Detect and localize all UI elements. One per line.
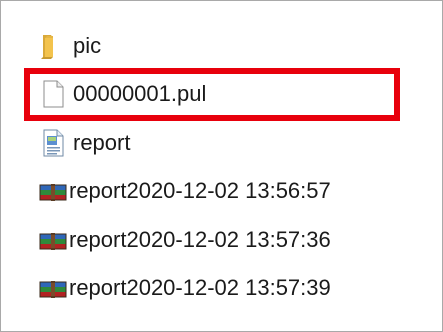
file-name: report2020-12-02 13:57:36 (69, 227, 331, 252)
file-item-report-2020-12-02-135739[interactable]: report2020-12-02 13:57:39 (37, 271, 331, 305)
file-name: report2020-12-02 13:57:39 (69, 275, 331, 300)
file-icon (37, 78, 69, 110)
archive-icon (37, 224, 69, 256)
file-list-panel: pic 00000001.pul report report2020-12-02… (0, 0, 443, 332)
shortcut-document-icon (37, 127, 69, 159)
file-name: 00000001.pul (73, 81, 207, 106)
file-name: report (73, 130, 131, 155)
file-item-00000001-pul[interactable]: 00000001.pul (37, 77, 206, 111)
folder-icon (37, 30, 69, 62)
archive-icon (37, 175, 69, 207)
file-item-report-2020-12-02-135736[interactable]: report2020-12-02 13:57:36 (37, 223, 331, 257)
archive-icon (37, 272, 69, 304)
file-name: pic (73, 33, 102, 58)
file-name: report2020-12-02 13:56:57 (69, 178, 331, 203)
file-item-pic[interactable]: pic (37, 29, 101, 63)
file-item-report-2020-12-02-135657[interactable]: report2020-12-02 13:56:57 (37, 174, 331, 208)
file-item-report[interactable]: report (37, 126, 130, 160)
